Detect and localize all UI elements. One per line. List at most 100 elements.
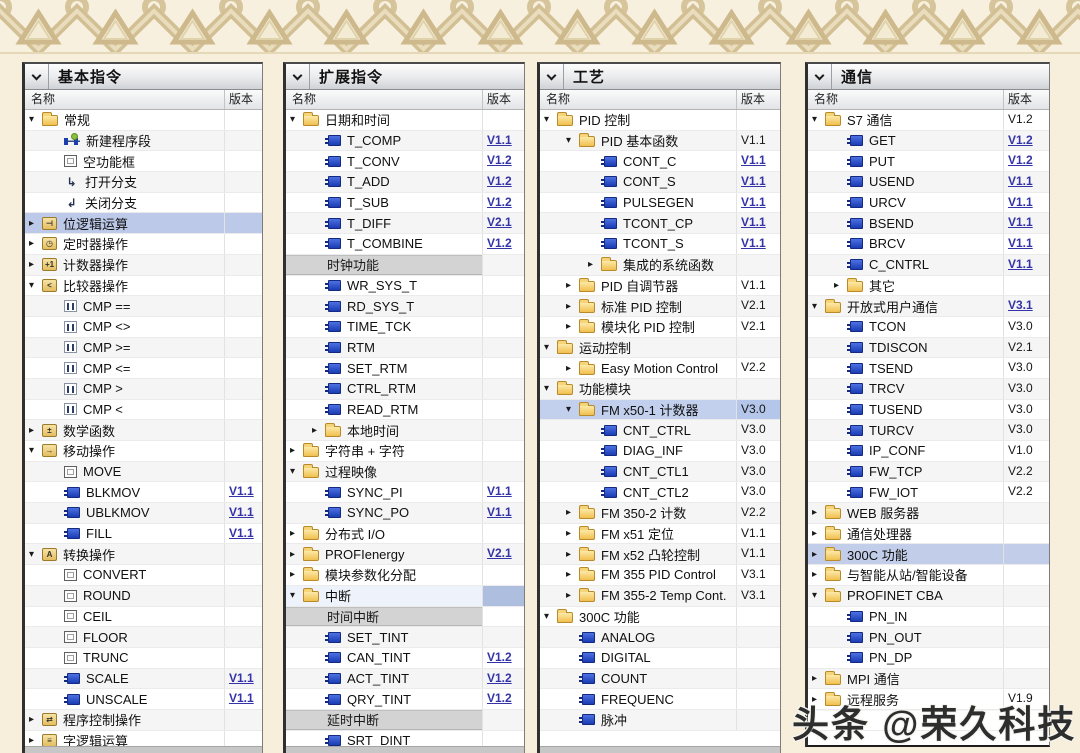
group-subheader[interactable]: 时钟功能 [286,255,524,276]
version-link[interactable]: V1.1 [1003,255,1049,275]
collapse-arrow-icon[interactable]: ▾ [29,445,42,456]
tree-row[interactable]: ▸300C 功能 [808,544,1049,565]
version-link[interactable]: V1.1 [736,234,780,254]
version-link[interactable]: V1.1 [1003,172,1049,192]
tree-row[interactable]: T_DIFFV2.1 [286,213,524,234]
horizontal-scrollbar[interactable] [540,746,780,753]
tree-row[interactable]: ▾中断 [286,586,524,607]
tree-row[interactable]: BSENDV1.1 [808,213,1049,234]
expand-arrow-icon[interactable]: ▸ [566,280,579,291]
tree-row[interactable]: FREQUENC [540,689,780,710]
tree-row[interactable]: CMP >= [25,338,262,359]
name-column-header[interactable]: 名称 [808,90,1003,109]
tree-row[interactable]: SYNC_PIV1.1 [286,482,524,503]
expand-arrow-icon[interactable]: ▸ [812,569,825,580]
collapse-arrow-icon[interactable]: ▾ [29,549,42,560]
version-link[interactable]: V1.2 [482,151,524,171]
version-link[interactable]: V1.2 [482,172,524,192]
tree-row[interactable]: SCALEV1.1 [25,669,262,690]
tree-row[interactable]: UNSCALEV1.1 [25,689,262,710]
tree-row[interactable]: TUSENDV3.0 [808,400,1049,421]
tree-row[interactable]: ▸MPI 通信 [808,669,1049,690]
tree-row[interactable]: ▾转换操作 [25,544,262,565]
expand-arrow-icon[interactable]: ▸ [29,238,42,249]
version-link[interactable]: V1.1 [1003,213,1049,233]
tree-row[interactable]: TCONT_SV1.1 [540,234,780,255]
tree-row[interactable]: ▸字符串 + 字符 [286,441,524,462]
version-link[interactable]: V1.1 [224,689,262,709]
tree-row[interactable]: BLKMOVV1.1 [25,482,262,503]
tree-row[interactable]: CMP == [25,296,262,317]
tree-row[interactable]: PUTV1.2 [808,151,1049,172]
collapse-arrow-icon[interactable]: ▾ [566,135,579,146]
collapse-arrow-icon[interactable]: ▾ [812,590,825,601]
tree-row[interactable]: ▾S7 通信V1.2 [808,110,1049,131]
tree-row[interactable]: PN_DP [808,648,1049,669]
expand-arrow-icon[interactable]: ▸ [290,445,303,456]
tree-row[interactable]: ▾PID 基本函数V1.1 [540,131,780,152]
tree-row[interactable]: ▸定时器操作 [25,234,262,255]
version-link[interactable]: V1.1 [482,503,524,523]
expand-arrow-icon[interactable]: ▸ [290,528,303,539]
tree-row[interactable]: 脉冲 [540,710,780,731]
tree-row[interactable]: ▸集成的系统函数 [540,255,780,276]
tree-row[interactable]: CMP < [25,400,262,421]
tree-row[interactable]: ANALOG [540,627,780,648]
tree-row[interactable]: ▾功能模块 [540,379,780,400]
tree-row[interactable]: WR_SYS_T [286,276,524,297]
expand-arrow-icon[interactable]: ▸ [29,714,42,725]
tree-row[interactable]: TRCVV3.0 [808,379,1049,400]
expand-arrow-icon[interactable]: ▸ [588,259,601,270]
tree-row[interactable]: C_CNTRLV1.1 [808,255,1049,276]
group-subheader[interactable]: 时间中断 [286,607,524,628]
tree-row[interactable]: BRCVV1.1 [808,234,1049,255]
collapse-arrow-icon[interactable]: ▾ [544,611,557,622]
collapse-arrow-icon[interactable]: ▾ [544,114,557,125]
tree-row[interactable]: ▾300C 功能 [540,607,780,628]
tree-row[interactable]: ▸FM x52 凸轮控制V1.1 [540,544,780,565]
tree-row[interactable]: 空功能框 [25,151,262,172]
tree-row[interactable]: ▾日期和时间 [286,110,524,131]
tree-row[interactable]: ▸PROFIenergyV2.1 [286,544,524,565]
expand-arrow-icon[interactable]: ▸ [812,528,825,539]
tree-row[interactable]: ▸FM 350-2 计数V2.2 [540,503,780,524]
tree-row[interactable]: CMP <> [25,317,262,338]
version-link[interactable]: V1.1 [224,503,262,523]
version-link[interactable]: V1.1 [224,524,262,544]
tree-row[interactable]: TRUNC [25,648,262,669]
tree-row[interactable]: IP_CONFV1.0 [808,441,1049,462]
version-link[interactable]: V1.1 [736,213,780,233]
tree-row[interactable]: DIAG_INFV3.0 [540,441,780,462]
collapse-arrow-icon[interactable]: ▾ [544,342,557,353]
expand-arrow-icon[interactable]: ▸ [566,507,579,518]
version-column-header[interactable]: 版本 [736,90,780,109]
tree-row[interactable]: DIGITAL [540,648,780,669]
tree-row[interactable]: ▸FM 355-2 Temp Cont.V3.1 [540,586,780,607]
version-link[interactable]: V1.2 [482,669,524,689]
tree-row[interactable]: ▸通信处理器 [808,524,1049,545]
version-link[interactable]: V1.2 [482,648,524,668]
tree-row[interactable]: ▸模块参数化分配 [286,565,524,586]
tree-row[interactable]: CTRL_RTM [286,379,524,400]
tree-row[interactable]: SYNC_POV1.1 [286,503,524,524]
collapse-panel-button[interactable] [808,64,832,89]
tree-row[interactable]: ▾FM x50-1 计数器V3.0 [540,400,780,421]
tree-row[interactable]: READ_RTM [286,400,524,421]
version-link[interactable]: V1.1 [1003,193,1049,213]
expand-arrow-icon[interactable]: ▸ [566,569,579,580]
tree-row[interactable]: TIME_TCK [286,317,524,338]
tree-row[interactable]: T_ADDV1.2 [286,172,524,193]
collapse-arrow-icon[interactable]: ▾ [290,114,303,125]
name-column-header[interactable]: 名称 [540,90,736,109]
tree-row[interactable]: ↲关闭分支 [25,193,262,214]
tree-row[interactable]: FLOOR [25,627,262,648]
tree-row[interactable]: CONVERT [25,565,262,586]
tree-row[interactable]: TDISCONV2.1 [808,338,1049,359]
tree-row[interactable]: UBLKMOVV1.1 [25,503,262,524]
tree-row[interactable]: TSENDV3.0 [808,358,1049,379]
tree-row[interactable]: FW_IOTV2.2 [808,482,1049,503]
collapse-panel-button[interactable] [286,64,310,89]
tree-row[interactable]: ▸分布式 I/O [286,524,524,545]
tree-row[interactable]: TCONV3.0 [808,317,1049,338]
tree-row[interactable]: ▾过程映像 [286,462,524,483]
